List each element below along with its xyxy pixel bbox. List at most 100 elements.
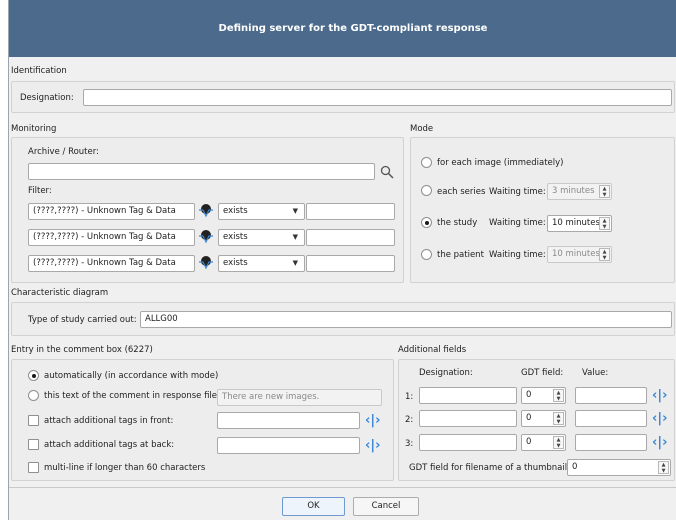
- thumbnail-field-stepper[interactable]: 0 ▲ ▼: [567, 459, 671, 476]
- mode-radio-each-series[interactable]: [421, 185, 432, 196]
- comment-auto-label: automatically (in accordance with mode): [44, 371, 219, 381]
- expand-arrows-icon[interactable]: ‹|›: [652, 412, 667, 425]
- row-number: 3:: [405, 439, 414, 449]
- comment-group: automatically (in accordance with mode) …: [11, 359, 394, 481]
- mode-option-label: each series: [437, 187, 486, 197]
- gdt-field-value: 0: [526, 437, 532, 447]
- spin-arrows-icon[interactable]: ▲ ▼: [599, 248, 610, 261]
- archive-router-label: Archive / Router:: [28, 147, 99, 157]
- waiting-time-value: 10 minutes: [552, 218, 600, 228]
- server-definition-dialog: Defining server for the GDT-compliant re…: [8, 0, 676, 520]
- chevron-down-icon: ▼: [292, 207, 298, 215]
- dialog-title-text: Defining server for the GDT-compliant re…: [218, 23, 488, 34]
- expand-arrows-icon[interactable]: ‹|›: [652, 389, 667, 402]
- gdt-field-value: 0: [526, 413, 532, 423]
- gdt-field-value: 0: [526, 390, 532, 400]
- additional-group: Designation: GDT field: Value: 1: 0 ▲ ▼ ‹…: [398, 359, 675, 481]
- filter-tag-input[interactable]: (????,????) - Unknown Tag & Data: [28, 229, 195, 246]
- mode-option-label: the patient: [437, 250, 484, 260]
- thumbnail-field-label: GDT field for filename of a thumbnail:: [409, 463, 570, 473]
- filter-operator-select[interactable]: exists ▼: [218, 203, 305, 220]
- mode-option-label: the study: [437, 218, 478, 228]
- archive-router-input[interactable]: [28, 163, 375, 180]
- filter-value-input[interactable]: [306, 203, 395, 220]
- additional-designation-input[interactable]: [419, 387, 517, 404]
- expand-arrows-icon[interactable]: ‹|›: [365, 414, 380, 427]
- additional-designation-input[interactable]: [419, 410, 517, 427]
- filter-tag-input[interactable]: (????,????) - Unknown Tag & Data: [28, 255, 195, 272]
- front-tags-label: attach additional tags in front:: [44, 416, 174, 426]
- expand-arrows-icon[interactable]: ‹|›: [652, 436, 667, 449]
- gdt-field-stepper[interactable]: 0 ▲ ▼: [521, 387, 566, 404]
- mode-radio-study[interactable]: [421, 217, 432, 228]
- filter-operator-select[interactable]: exists ▼: [218, 255, 305, 272]
- multiline-checkbox[interactable]: [28, 462, 39, 473]
- col-gdt-label: GDT field:: [521, 368, 564, 378]
- multiline-label: multi-line if longer than 60 characters: [44, 463, 206, 473]
- additional-section-label: Additional fields: [398, 345, 467, 355]
- comment-section-label: Entry in the comment box (6227): [11, 345, 153, 355]
- waiting-time-label: Waiting time:: [489, 218, 546, 228]
- filter-operator-select[interactable]: exists ▼: [218, 229, 305, 246]
- row-number: 1:: [405, 392, 414, 402]
- spin-arrows-icon[interactable]: ▲ ▼: [553, 389, 564, 402]
- additional-designation-input[interactable]: [419, 434, 517, 451]
- tag-picker-icon[interactable]: [198, 202, 214, 218]
- filter-label: Filter:: [28, 186, 52, 196]
- chevron-down-icon: ▼: [292, 233, 298, 241]
- comment-auto-radio[interactable]: [28, 370, 39, 381]
- col-value-label: Value:: [582, 368, 609, 378]
- additional-value-input[interactable]: [575, 410, 647, 427]
- search-icon[interactable]: [380, 165, 394, 179]
- comment-text-radio[interactable]: [28, 390, 39, 401]
- characteristic-group: Type of study carried out: ALLG00: [11, 302, 675, 336]
- tag-picker-icon[interactable]: [198, 228, 214, 244]
- waiting-time-series-stepper[interactable]: 3 minutes ▲ ▼: [547, 183, 612, 200]
- expand-arrows-icon[interactable]: ‹|›: [365, 439, 380, 452]
- study-type-input[interactable]: ALLG00: [140, 311, 672, 328]
- filter-operator-value: exists: [223, 206, 248, 216]
- filter-operator-value: exists: [223, 258, 248, 268]
- filter-value-input[interactable]: [306, 255, 395, 272]
- mode-option-label: for each image (immediately): [437, 158, 564, 168]
- ok-button[interactable]: OK: [282, 497, 345, 516]
- front-tags-input[interactable]: [217, 412, 360, 429]
- designation-input[interactable]: [83, 89, 672, 106]
- cancel-button[interactable]: Cancel: [353, 497, 419, 516]
- spin-arrows-icon[interactable]: ▲ ▼: [599, 185, 610, 198]
- mode-section-label: Mode: [410, 124, 434, 134]
- gdt-field-stepper[interactable]: 0 ▲ ▼: [521, 434, 566, 451]
- mode-radio-each-image[interactable]: [421, 157, 432, 168]
- back-tags-checkbox[interactable]: [28, 439, 39, 450]
- waiting-time-value: 10 minutes: [552, 249, 600, 259]
- footer-divider: [9, 487, 676, 488]
- front-tags-checkbox[interactable]: [28, 415, 39, 426]
- comment-text-label: this text of the comment in response fil…: [44, 391, 220, 401]
- monitoring-group: Archive / Router: Filter: (????,????) - …: [11, 137, 404, 283]
- additional-value-input[interactable]: [575, 434, 647, 451]
- study-type-label: Type of study carried out:: [28, 315, 137, 325]
- waiting-time-study-stepper[interactable]: 10 minutes ▲ ▼: [547, 215, 612, 232]
- characteristic-section-label: Characteristic diagram: [11, 288, 109, 298]
- waiting-time-label: Waiting time:: [489, 187, 546, 197]
- tag-picker-icon[interactable]: [198, 254, 214, 270]
- waiting-time-patient-stepper[interactable]: 10 minutes ▲ ▼: [547, 246, 612, 263]
- back-tags-label: attach additional tags at back:: [44, 440, 175, 450]
- gdt-field-stepper[interactable]: 0 ▲ ▼: [521, 410, 566, 427]
- filter-value-input[interactable]: [306, 229, 395, 246]
- spin-arrows-icon[interactable]: ▲ ▼: [553, 436, 564, 449]
- designation-label: Designation:: [20, 93, 74, 103]
- identification-section-label: Identification: [11, 66, 67, 76]
- comment-text-input[interactable]: There are new images.: [217, 389, 382, 406]
- waiting-time-value: 3 minutes: [552, 186, 595, 196]
- chevron-down-icon: ▼: [292, 259, 298, 267]
- additional-value-input[interactable]: [575, 387, 647, 404]
- monitoring-section-label: Monitoring: [11, 124, 57, 134]
- filter-tag-input[interactable]: (????,????) - Unknown Tag & Data: [28, 203, 195, 220]
- spin-arrows-icon[interactable]: ▲ ▼: [599, 217, 610, 230]
- spin-arrows-icon[interactable]: ▲ ▼: [658, 461, 669, 474]
- mode-group: for each image (immediately) each series…: [410, 137, 675, 283]
- mode-radio-patient[interactable]: [421, 249, 432, 260]
- spin-arrows-icon[interactable]: ▲ ▼: [553, 412, 564, 425]
- back-tags-input[interactable]: [217, 437, 360, 454]
